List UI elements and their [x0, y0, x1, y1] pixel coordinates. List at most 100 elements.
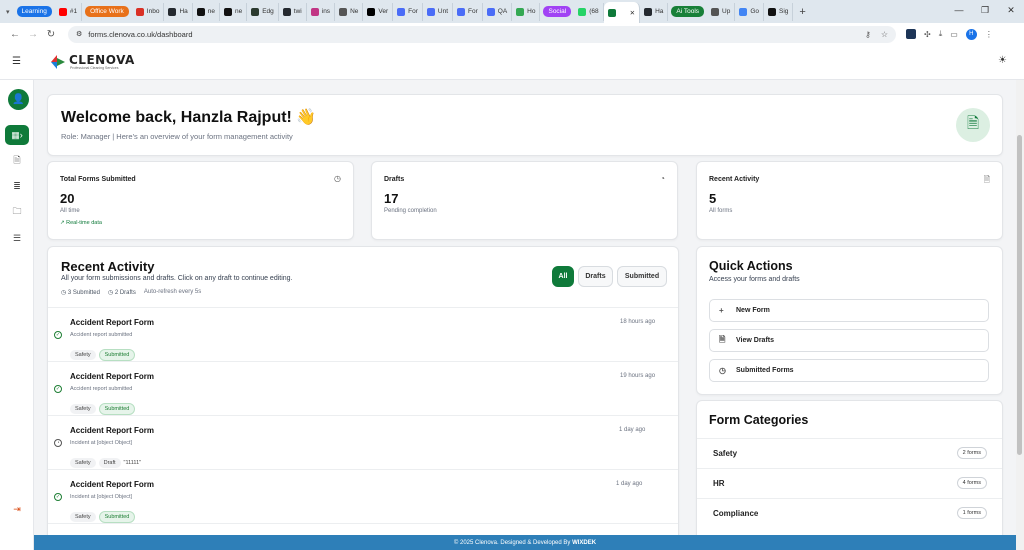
browser-tab[interactable]: ne: [220, 2, 248, 21]
sidepanel-icon[interactable]: ▭: [950, 30, 958, 39]
extension-icon[interactable]: [906, 29, 916, 39]
browser-tab[interactable]: Ver: [363, 2, 394, 21]
stat-card: Total Forms Submitted ◷ 20 All time ↗ Real-t…: [47, 161, 354, 240]
activity-desc: Incident at [object Object]: [70, 494, 133, 500]
close-tab-icon[interactable]: ✕: [630, 9, 635, 17]
browser-tab[interactable]: QA: [483, 2, 513, 21]
tab-search-icon[interactable]: ▾: [6, 8, 10, 16]
browser-tab[interactable]: For: [393, 2, 423, 21]
scrollbar-thumb[interactable]: [1017, 135, 1022, 455]
logout-icon[interactable]: ⇥: [5, 499, 29, 519]
tab-group-label[interactable]: Ai Tools: [671, 6, 705, 17]
quick-action-button[interactable]: + New Form: [709, 299, 989, 322]
page-scrollbar[interactable]: [1016, 80, 1024, 550]
tab-title: Ne: [350, 8, 359, 15]
sidebar-item-list[interactable]: ☰: [5, 228, 29, 248]
tab-favicon-icon: [426, 7, 435, 16]
sidebar-item-forms[interactable]: 🗎: [5, 151, 29, 171]
tab-favicon-icon: [251, 7, 260, 16]
clock-icon: ◔: [660, 174, 665, 183]
forms-document-icon: 🗎: [956, 108, 990, 142]
browser-menu-icon[interactable]: ⋮: [985, 30, 993, 39]
category-row[interactable]: HR 4 forms: [697, 468, 1002, 498]
tab-favicon-icon: [223, 7, 232, 16]
browser-tab[interactable]: ins: [307, 2, 336, 21]
browser-tabstrip: ▾ Learning #1 Office Work Inbo Ha ne ne Edg twi i…: [0, 0, 1024, 23]
tab-favicon-icon: [578, 7, 587, 16]
submitted-count: ◷ 3 Submitted: [61, 290, 100, 296]
sidebar-item-dashboard[interactable]: ▦›: [5, 125, 29, 145]
category-row[interactable]: Safety 2 forms: [697, 438, 1002, 468]
quick-action-button[interactable]: 🗎 View Drafts: [709, 329, 989, 352]
browser-tab[interactable]: Unt: [423, 2, 454, 21]
category-row[interactable]: Compliance 1 forms: [697, 498, 1002, 528]
brand-logo[interactable]: CLENOVA Professional Cleaning Services: [50, 54, 135, 70]
sidebar-item-database[interactable]: ≣: [5, 176, 29, 196]
back-icon[interactable]: ←: [6, 29, 24, 40]
browser-tab[interactable]: Ha: [164, 2, 193, 21]
profile-avatar[interactable]: H: [965, 28, 977, 40]
tab-favicon-icon: [457, 7, 466, 16]
close-window-icon[interactable]: ✕: [998, 5, 1024, 16]
browser-tab[interactable]: Ha: [640, 2, 669, 21]
stat-sub: All forms: [709, 208, 733, 214]
activity-tags: Safety Submitted: [70, 505, 138, 523]
check-circle-icon: ✓: [54, 493, 62, 501]
activity-row[interactable]: ✓ Accident Report Form Incident at [object…: [48, 469, 678, 523]
browser-tab[interactable]: Ho: [512, 2, 541, 21]
browser-tab[interactable]: Ne: [335, 2, 364, 21]
browser-tab[interactable]: ✕: [603, 2, 641, 23]
reload-icon[interactable]: ↻: [42, 29, 60, 40]
filter-drafts-button[interactable]: Drafts: [578, 266, 613, 287]
theme-toggle-icon[interactable]: ☀: [998, 55, 1007, 66]
user-avatar-icon[interactable]: 👤: [8, 89, 29, 110]
stat-value: 20: [60, 191, 75, 206]
activity-title: Accident Report Form: [70, 372, 155, 381]
browser-tab[interactable]: For: [453, 2, 483, 21]
browser-tab[interactable]: #1: [55, 2, 83, 21]
password-key-icon[interactable]: ⚷: [865, 30, 871, 39]
category-badge: Safety: [70, 350, 96, 360]
tab-group-label[interactable]: Learning: [16, 6, 52, 17]
browser-tab[interactable]: Sig: [764, 2, 794, 21]
check-circle-icon: ◷: [719, 366, 726, 375]
forward-icon[interactable]: →: [24, 29, 42, 40]
activity-tags: Safety Submitted: [70, 397, 138, 415]
tab-title: Ha: [179, 8, 188, 15]
tab-group-label[interactable]: Social: [543, 6, 572, 17]
tab-favicon-icon: [516, 7, 525, 16]
filter-submitted-button[interactable]: Submitted: [617, 266, 667, 287]
url-input[interactable]: ⚙ forms.clenova.co.uk/dashboard ⚷ ☆: [68, 25, 896, 43]
sidebar-item-folder[interactable]: 🗀: [5, 202, 29, 222]
clenova-logo-icon: [51, 55, 65, 69]
activity-row[interactable]: ◔ Accident Report Form Incident at [object…: [48, 415, 678, 469]
browser-tab[interactable]: (68: [574, 2, 604, 21]
recent-activity-title: Recent Activity: [61, 259, 155, 274]
quick-action-button[interactable]: ◷ Submitted Forms: [709, 359, 989, 382]
maximize-icon[interactable]: ❐: [972, 5, 998, 16]
browser-tab[interactable]: twi: [279, 2, 307, 21]
browser-tab[interactable]: ne: [193, 2, 220, 21]
extensions-puzzle-icon[interactable]: ✣: [924, 30, 931, 39]
status-badge: Submitted: [98, 403, 136, 415]
activity-row[interactable]: ✓ Accident Report Form Accident report sub…: [48, 307, 678, 361]
category-count-badge: 1 forms: [956, 507, 987, 519]
category-badge: Safety: [70, 404, 96, 414]
browser-tab[interactable]: Inbo: [132, 2, 165, 21]
quick-action-label: New Form: [736, 307, 770, 314]
activity-row[interactable]: ✓ Accident Report Form Accident report sub…: [48, 361, 678, 415]
site-info-icon[interactable]: ⚙: [76, 30, 82, 38]
tab-title: For: [468, 8, 478, 15]
filter-all-button[interactable]: All: [552, 266, 574, 287]
new-tab-button[interactable]: +: [799, 6, 805, 18]
browser-tab[interactable]: Go: [735, 2, 765, 21]
minimize-icon[interactable]: —: [946, 5, 972, 15]
bookmark-star-icon[interactable]: ☆: [881, 30, 888, 39]
download-icon[interactable]: ⤓: [939, 29, 943, 39]
tab-group-label[interactable]: Office Work: [85, 6, 129, 17]
menu-icon[interactable]: ☰: [12, 56, 21, 67]
browser-tab[interactable]: Edg: [247, 2, 279, 21]
main-content: Welcome back, Hanzla Rajput! 👋 Role: Man…: [34, 80, 1016, 550]
form-categories-title: Form Categories: [709, 413, 809, 427]
browser-tab[interactable]: Up: [707, 2, 736, 21]
